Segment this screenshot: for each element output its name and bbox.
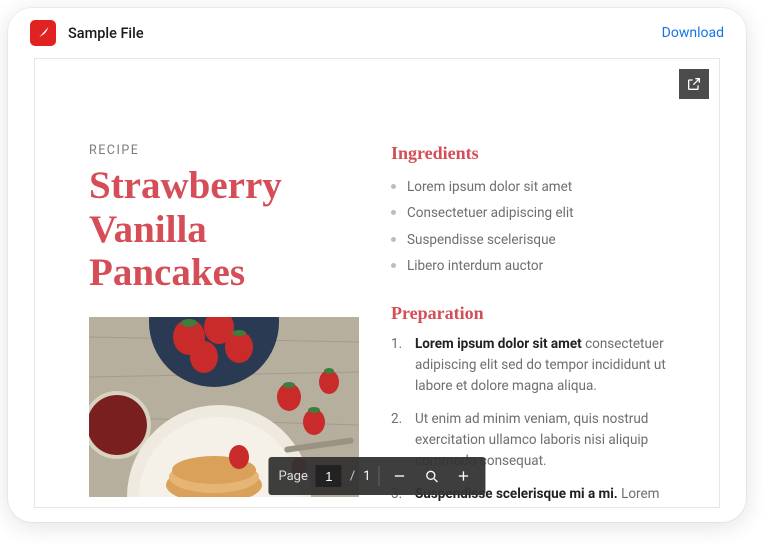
document-page: RECIPE Strawberry Vanilla Pancakes	[35, 59, 719, 507]
list-item: Libero interdum auctor	[391, 253, 685, 279]
expand-button[interactable]	[679, 69, 709, 99]
zoom-in-button[interactable]	[452, 464, 476, 488]
toolbar-divider	[379, 466, 380, 486]
recipe-eyebrow: RECIPE	[89, 143, 359, 158]
page-separator: /	[350, 469, 355, 484]
page-label: Page	[278, 469, 307, 484]
right-column: Ingredients Lorem ipsum dolor sit amet C…	[391, 143, 685, 507]
zoom-fit-button[interactable]	[420, 464, 444, 488]
step-head: Lorem ipsum dolor sit amet	[415, 336, 582, 352]
pdf-icon	[30, 20, 56, 46]
list-item: Lorem ipsum dolor sit amet consectetuer …	[391, 334, 685, 397]
minus-icon	[392, 468, 408, 484]
external-link-icon	[686, 76, 702, 92]
pdf-viewer: RECIPE Strawberry Vanilla Pancakes	[34, 58, 720, 508]
list-item: Suspendisse scelerisque	[391, 227, 685, 253]
page-toolbar: Page / 1	[268, 457, 485, 495]
recipe-title: Strawberry Vanilla Pancakes	[89, 164, 359, 295]
file-title: Sample File	[68, 25, 662, 42]
magnifier-icon	[424, 468, 440, 484]
left-column: RECIPE Strawberry Vanilla Pancakes	[89, 143, 359, 507]
plus-icon	[456, 468, 472, 484]
app-window: Sample File Download RECIPE Strawberry V…	[8, 8, 746, 522]
page-number-input[interactable]	[316, 465, 342, 487]
download-link[interactable]: Download	[662, 25, 724, 41]
ingredients-heading: Ingredients	[391, 143, 685, 164]
topbar: Sample File Download	[8, 8, 746, 58]
zoom-out-button[interactable]	[388, 464, 412, 488]
ingredients-list: Lorem ipsum dolor sit amet Consectetuer …	[391, 174, 685, 279]
list-item: Lorem ipsum dolor sit amet	[391, 174, 685, 200]
preparation-heading: Preparation	[391, 303, 685, 324]
page-total: 1	[363, 469, 370, 484]
list-item: Consectetuer adipiscing elit	[391, 200, 685, 226]
